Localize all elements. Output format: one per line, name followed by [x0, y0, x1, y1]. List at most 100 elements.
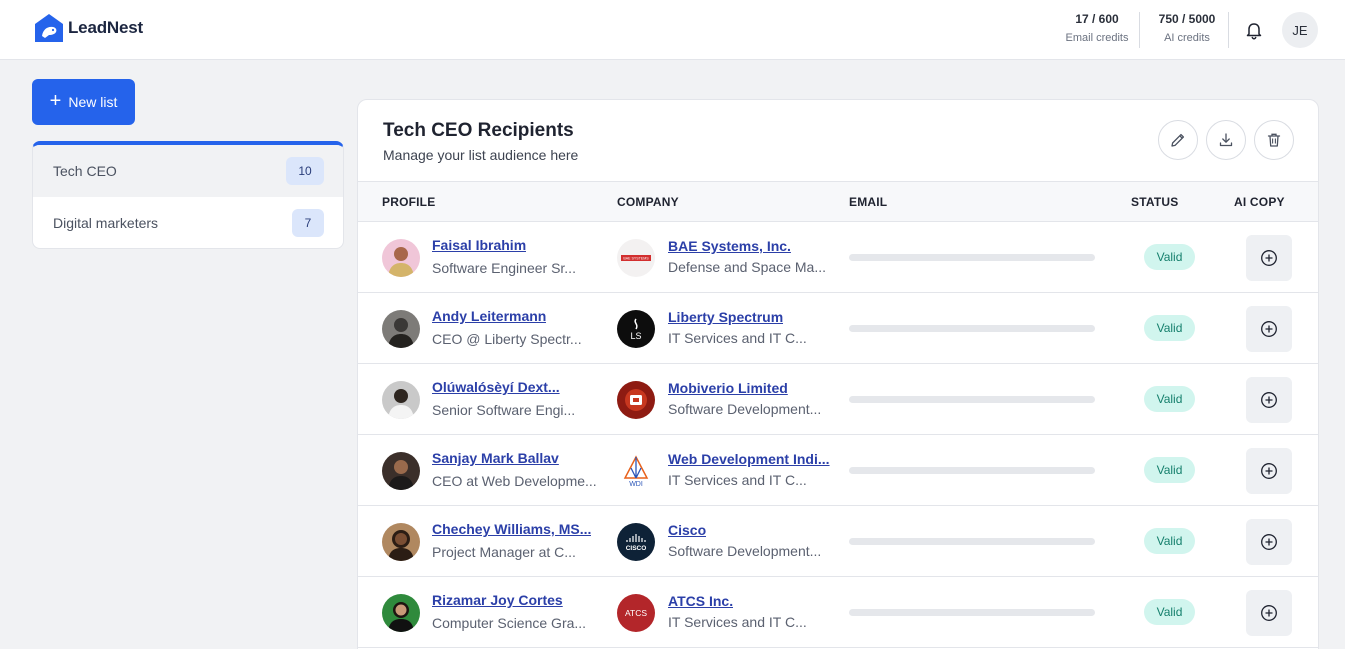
- bell-icon[interactable]: [1243, 19, 1265, 41]
- ai-copy-button[interactable]: [1246, 590, 1292, 636]
- profile-title: Senior Software Engi...: [432, 402, 576, 418]
- profile-title: CEO @ Liberty Spectr...: [432, 331, 582, 347]
- email-placeholder: [849, 396, 1095, 403]
- profile-name-link[interactable]: Faisal Ibrahim: [432, 237, 526, 253]
- email-placeholder: [849, 609, 1095, 616]
- app-name: LeadNest: [68, 18, 143, 37]
- company-logo-text: LS: [630, 331, 641, 341]
- table-row: Olúwalósèyí Dext... Senior Software Engi…: [358, 364, 1318, 435]
- column-header-profile: PROFILE: [382, 195, 436, 209]
- user-avatar[interactable]: JE: [1282, 12, 1318, 48]
- company-logo-text: ATCS: [625, 608, 647, 618]
- divider: [1228, 12, 1229, 48]
- status-badge: Valid: [1144, 528, 1195, 554]
- status-badge: Valid: [1144, 315, 1195, 341]
- company-industry: IT Services and IT C...: [668, 472, 807, 488]
- company-name-link[interactable]: Cisco: [668, 522, 706, 538]
- email-credits-value: 17 / 600: [1075, 12, 1119, 26]
- email-credits-label: Email credits: [1065, 32, 1129, 44]
- list-item-count: 7: [292, 209, 324, 237]
- list-detail-panel: Tech CEO Recipients Manage your list aud…: [357, 99, 1319, 649]
- column-header-status: STATUS: [1131, 195, 1179, 209]
- company-name-link[interactable]: Mobiverio Limited: [668, 380, 788, 396]
- app-logo[interactable]: LeadNest: [33, 12, 143, 44]
- plus-circle-icon: [1261, 250, 1277, 266]
- profile-name-link[interactable]: Sanjay Mark Ballav: [432, 450, 559, 466]
- company-industry: IT Services and IT C...: [668, 330, 807, 346]
- company-logo: [617, 381, 655, 419]
- ai-copy-button[interactable]: [1246, 519, 1292, 565]
- profile-name-link[interactable]: Andy Leitermann: [432, 308, 546, 324]
- list-item-count: 10: [286, 157, 324, 185]
- email-credits: 17 / 600 Email credits: [1060, 12, 1134, 44]
- ai-copy-button[interactable]: [1246, 306, 1292, 352]
- company-logo-text: WDI: [629, 481, 643, 488]
- column-header-ai-copy: AI COPY: [1234, 195, 1285, 209]
- download-icon: [1219, 133, 1233, 147]
- edit-list-button[interactable]: [1158, 120, 1198, 160]
- plus-circle-icon: [1261, 321, 1277, 337]
- profile-name-link[interactable]: Olúwalósèyí Dext...: [432, 379, 560, 395]
- profile-avatar: [382, 381, 420, 419]
- trash-icon: [1267, 133, 1281, 147]
- table-header: PROFILE COMPANY EMAIL STATUS AI COPY: [358, 181, 1318, 222]
- company-name-link[interactable]: ATCS Inc.: [668, 593, 733, 609]
- company-logo: ATCS: [617, 594, 655, 632]
- table-row: Faisal Ibrahim Software Engineer Sr... B…: [358, 222, 1318, 293]
- delete-list-button[interactable]: [1254, 120, 1294, 160]
- profile-name-link[interactable]: Chechey Williams, MS...: [432, 521, 591, 537]
- page-title: Tech CEO Recipients: [383, 120, 574, 141]
- profile-avatar: [382, 452, 420, 490]
- profile-title: Software Engineer Sr...: [432, 260, 576, 276]
- bird-house-icon: [35, 14, 63, 42]
- company-name-link[interactable]: BAE Systems, Inc.: [668, 238, 791, 254]
- profile-title: Computer Science Gra...: [432, 615, 587, 631]
- company-name-link[interactable]: Web Development Indi...: [668, 451, 830, 467]
- download-list-button[interactable]: [1206, 120, 1246, 160]
- top-bar: LeadNest 17 / 600 Email credits 750 / 50…: [0, 0, 1345, 60]
- company-industry: Software Development...: [668, 401, 822, 417]
- list-item-tech-ceo[interactable]: Tech CEO 10: [33, 145, 343, 197]
- ai-copy-button[interactable]: [1246, 448, 1292, 494]
- profile-name-link[interactable]: Rizamar Joy Cortes: [432, 592, 563, 608]
- company-industry: Software Development...: [668, 543, 822, 559]
- list-item-name: Tech CEO: [53, 163, 117, 179]
- table-row: Sanjay Mark Ballav CEO at Web Developme.…: [358, 435, 1318, 506]
- pencil-icon: [1171, 133, 1185, 147]
- new-list-label: New list: [68, 94, 118, 110]
- company-name-link[interactable]: Liberty Spectrum: [668, 309, 783, 325]
- plus-circle-icon: [1261, 392, 1277, 408]
- ai-copy-button[interactable]: [1246, 235, 1292, 281]
- company-logo: WDI: [617, 452, 655, 490]
- lists-panel: Tech CEO 10 Digital marketers 7: [32, 141, 344, 249]
- divider: [1139, 12, 1140, 48]
- column-header-company: COMPANY: [617, 195, 679, 209]
- list-item-digital-marketers[interactable]: Digital marketers 7: [33, 197, 343, 248]
- plus-circle-icon: [1261, 605, 1277, 621]
- table-row: Rizamar Joy Cortes Computer Science Gra.…: [358, 577, 1318, 648]
- plus-circle-icon: [1261, 534, 1277, 550]
- page-subtitle: Manage your list audience here: [383, 147, 579, 163]
- status-badge: Valid: [1144, 599, 1195, 625]
- profile-avatar: [382, 310, 420, 348]
- profile-title: CEO at Web Developme...: [432, 473, 597, 489]
- column-header-email: EMAIL: [849, 195, 888, 209]
- email-placeholder: [849, 538, 1095, 545]
- email-placeholder: [849, 254, 1095, 261]
- list-item-name: Digital marketers: [53, 215, 159, 231]
- status-badge: Valid: [1144, 244, 1195, 270]
- table-row: Chechey Williams, MS... Project Manager …: [358, 506, 1318, 577]
- company-logo: LS: [617, 310, 655, 348]
- table-row: Andy Leitermann CEO @ Liberty Spectr... …: [358, 293, 1318, 364]
- plus-circle-icon: [1261, 463, 1277, 479]
- company-logo: CISCO: [617, 523, 655, 561]
- email-placeholder: [849, 467, 1095, 474]
- new-list-button[interactable]: + New list: [32, 79, 135, 125]
- company-logo-text: BAE SYSTEMS: [623, 257, 649, 261]
- ai-copy-button[interactable]: [1246, 377, 1292, 423]
- profile-avatar: [382, 239, 420, 277]
- status-badge: Valid: [1144, 386, 1195, 412]
- plus-icon: +: [49, 90, 62, 112]
- ai-credits-label: AI credits: [1164, 32, 1210, 44]
- email-placeholder: [849, 325, 1095, 332]
